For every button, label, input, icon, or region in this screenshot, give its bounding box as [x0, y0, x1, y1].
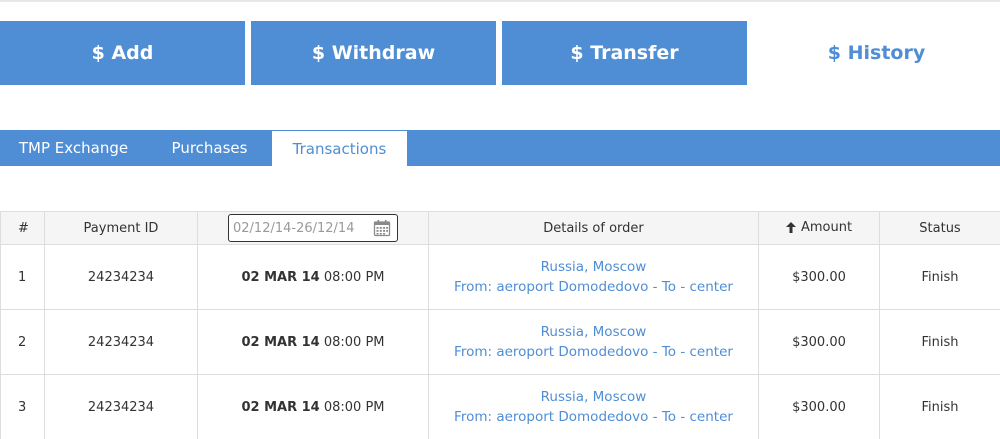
- row-time: 08:00 PM: [323, 334, 385, 350]
- table-row: 2 24234234 02 MAR 14 08:00 PM Russia, Mo…: [0, 309, 1000, 375]
- row-date: 02 MAR 14: [241, 399, 320, 415]
- row-date: 02 MAR 14: [241, 334, 320, 350]
- header-date: 02/12/14-26/12/14: [197, 211, 429, 245]
- row-time: 08:00 PM: [323, 399, 385, 415]
- row-amount: $300.00: [758, 244, 880, 310]
- header-amount[interactable]: Amount: [758, 211, 880, 245]
- history-page: $ Add $ Withdraw $ Transfer $ History TM…: [0, 0, 1000, 439]
- row-details: Russia, Moscow From: aeroport Domodedovo…: [428, 309, 759, 375]
- header-payment-id: Payment ID: [44, 211, 198, 245]
- row-status: Finish: [879, 374, 1000, 439]
- date-range-picker[interactable]: 02/12/14-26/12/14: [228, 214, 398, 242]
- header-amount-label: Amount: [800, 219, 853, 235]
- row-status: Finish: [879, 244, 1000, 310]
- calendar-icon[interactable]: [373, 219, 391, 237]
- table-row: 3 24234234 02 MAR 14 08:00 PM Russia, Mo…: [0, 374, 1000, 439]
- subtab-tmp-exchange[interactable]: TMP Exchange: [0, 130, 147, 166]
- main-tabs: $ Add $ Withdraw $ Transfer $ History: [0, 21, 1000, 85]
- header-status: Status: [879, 211, 1000, 245]
- row-details: Russia, Moscow From: aeroport Domodedovo…: [428, 244, 759, 310]
- row-amount: $300.00: [758, 374, 880, 439]
- row-time: 08:00 PM: [323, 269, 385, 285]
- row-route-link[interactable]: From: aeroport Domodedovo - To - center: [429, 277, 758, 297]
- tab-withdraw[interactable]: $ Withdraw: [251, 21, 496, 85]
- header-number: #: [0, 211, 45, 245]
- row-amount: $300.00: [758, 309, 880, 375]
- tab-history[interactable]: $ History: [753, 21, 1000, 85]
- subtab-transactions[interactable]: Transactions: [272, 131, 407, 166]
- row-payment-id: 24234234: [44, 244, 198, 310]
- row-location-link[interactable]: Russia, Moscow: [429, 322, 758, 342]
- row-number: 3: [0, 374, 45, 439]
- table-header-row: # Payment ID 02/12/14-26/12/14 Details o…: [0, 211, 1000, 245]
- row-route-link[interactable]: From: aeroport Domodedovo - To - center: [429, 407, 758, 427]
- row-status: Finish: [879, 309, 1000, 375]
- row-details: Russia, Moscow From: aeroport Domodedovo…: [428, 374, 759, 439]
- subtab-purchases[interactable]: Purchases: [147, 130, 272, 166]
- transactions-table: # Payment ID 02/12/14-26/12/14 Details o…: [0, 211, 1000, 439]
- table-row: 1 24234234 02 MAR 14 08:00 PM Russia, Mo…: [0, 244, 1000, 310]
- row-datetime: 02 MAR 14 08:00 PM: [197, 309, 429, 375]
- date-range-value: 02/12/14-26/12/14: [233, 220, 355, 236]
- tab-transfer[interactable]: $ Transfer: [502, 21, 747, 85]
- row-payment-id: 24234234: [44, 374, 198, 439]
- sub-tabs: TMP Exchange Purchases Transactions: [0, 130, 1000, 166]
- row-number: 2: [0, 309, 45, 375]
- row-number: 1: [0, 244, 45, 310]
- header-details: Details of order: [428, 211, 759, 245]
- row-payment-id: 24234234: [44, 309, 198, 375]
- top-divider: [0, 0, 1000, 2]
- arrow-up-icon[interactable]: [785, 221, 796, 233]
- row-route-link[interactable]: From: aeroport Domodedovo - To - center: [429, 342, 758, 362]
- row-date: 02 MAR 14: [241, 269, 320, 285]
- row-location-link[interactable]: Russia, Moscow: [429, 257, 758, 277]
- row-datetime: 02 MAR 14 08:00 PM: [197, 244, 429, 310]
- tab-add[interactable]: $ Add: [0, 21, 245, 85]
- row-location-link[interactable]: Russia, Moscow: [429, 387, 758, 407]
- row-datetime: 02 MAR 14 08:00 PM: [197, 374, 429, 439]
